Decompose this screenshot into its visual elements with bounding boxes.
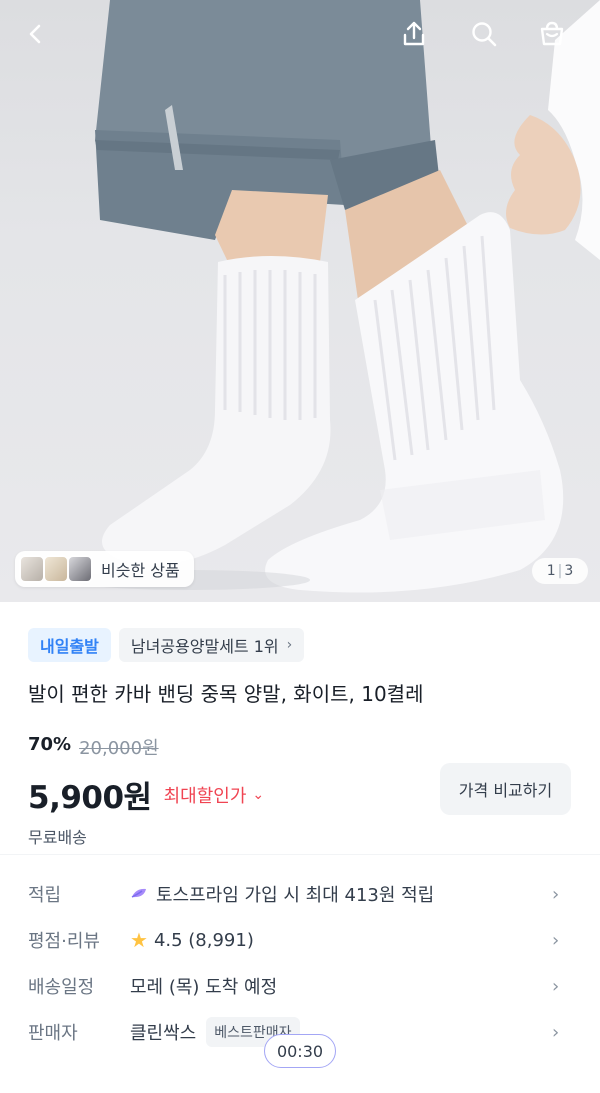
- socks-photo: [70, 0, 600, 593]
- delivery-badge: 내일출발: [28, 628, 111, 662]
- chevron-right-icon: ›: [286, 637, 293, 653]
- row-label: 평점·리뷰: [28, 931, 100, 952]
- similar-thumbnail: [43, 555, 69, 583]
- badge-row: 내일출발 남녀공용양말세트 1위 ›: [28, 628, 305, 662]
- row-value: 모레 (목) 도착 예정: [130, 977, 278, 998]
- row-label: 적립: [28, 885, 62, 906]
- compare-price-button[interactable]: 가격 비교하기: [440, 763, 571, 815]
- share-button[interactable]: [392, 12, 436, 56]
- similar-products-label: 비슷한 상품: [101, 561, 180, 580]
- original-price: 20,000원: [79, 738, 159, 759]
- seller-name: 클린싹스: [130, 1023, 197, 1044]
- max-discount-dropdown[interactable]: 최대할인가 ⌄: [164, 782, 265, 808]
- max-discount-label: 최대할인가: [163, 785, 247, 807]
- chevron-left-icon: [29, 24, 41, 44]
- search-icon: [472, 22, 497, 47]
- chevron-down-icon: ⌄: [252, 786, 265, 803]
- rating-row[interactable]: 평점·리뷰 ★ 4.5 (8,991) ›: [0, 918, 600, 962]
- row-value: ★ 4.5 (8,991): [130, 928, 254, 952]
- page-total: 3: [564, 563, 574, 579]
- price-row: 5,900원 최대할인가 ⌄: [28, 772, 264, 817]
- delivery-schedule-row[interactable]: 배송일정 모레 (목) 도착 예정 ›: [0, 964, 600, 1008]
- row-label: 판매자: [28, 1023, 78, 1044]
- reward-row[interactable]: 적립 토스프라임 가입 시 최대 413원 적립 ›: [0, 872, 600, 916]
- image-page-indicator: 1 | 3: [532, 558, 588, 584]
- star-icon: ★: [130, 928, 148, 952]
- shopping-bag-icon: [540, 21, 564, 46]
- back-button[interactable]: [14, 12, 58, 56]
- sale-price: 5,900원: [28, 780, 152, 816]
- product-image[interactable]: 비슷한 상품 1 | 3: [0, 0, 600, 602]
- toss-prime-icon: [131, 888, 146, 898]
- top-navigation-bar: [0, 0, 600, 70]
- page-separator: |: [557, 563, 563, 579]
- share-icon: [403, 21, 425, 46]
- similar-products-button[interactable]: 비슷한 상품: [15, 551, 194, 587]
- similar-thumbnail: [19, 555, 45, 583]
- divider: [0, 854, 600, 855]
- similar-thumbnail: [67, 555, 93, 583]
- rating-text: 4.5 (8,991): [153, 929, 254, 951]
- discount-row: 70% 20,000원: [28, 734, 159, 760]
- row-value: 토스프라임 가입 시 최대 413원 적립: [130, 881, 434, 907]
- search-button[interactable]: [462, 12, 506, 56]
- product-title: 발이 편한 카바 밴딩 중목 양말, 화이트, 10켤레: [28, 682, 424, 706]
- timer-badge: 00:30: [264, 1034, 336, 1068]
- shipping-info: 무료배송: [28, 828, 87, 847]
- discount-rate: 70%: [28, 734, 72, 755]
- chevron-right-icon: ›: [552, 975, 560, 997]
- chevron-right-icon: ›: [552, 929, 560, 951]
- reward-text: 토스프라임 가입 시 최대 413원 적립: [156, 885, 435, 906]
- cart-button[interactable]: [530, 12, 574, 56]
- ranking-label: 남녀공용양말세트 1위: [130, 637, 279, 656]
- chevron-right-icon: ›: [552, 1021, 560, 1043]
- ranking-badge[interactable]: 남녀공용양말세트 1위 ›: [118, 628, 305, 662]
- page-current: 1: [546, 563, 556, 579]
- row-label: 배송일정: [28, 977, 95, 998]
- chevron-right-icon: ›: [552, 883, 560, 905]
